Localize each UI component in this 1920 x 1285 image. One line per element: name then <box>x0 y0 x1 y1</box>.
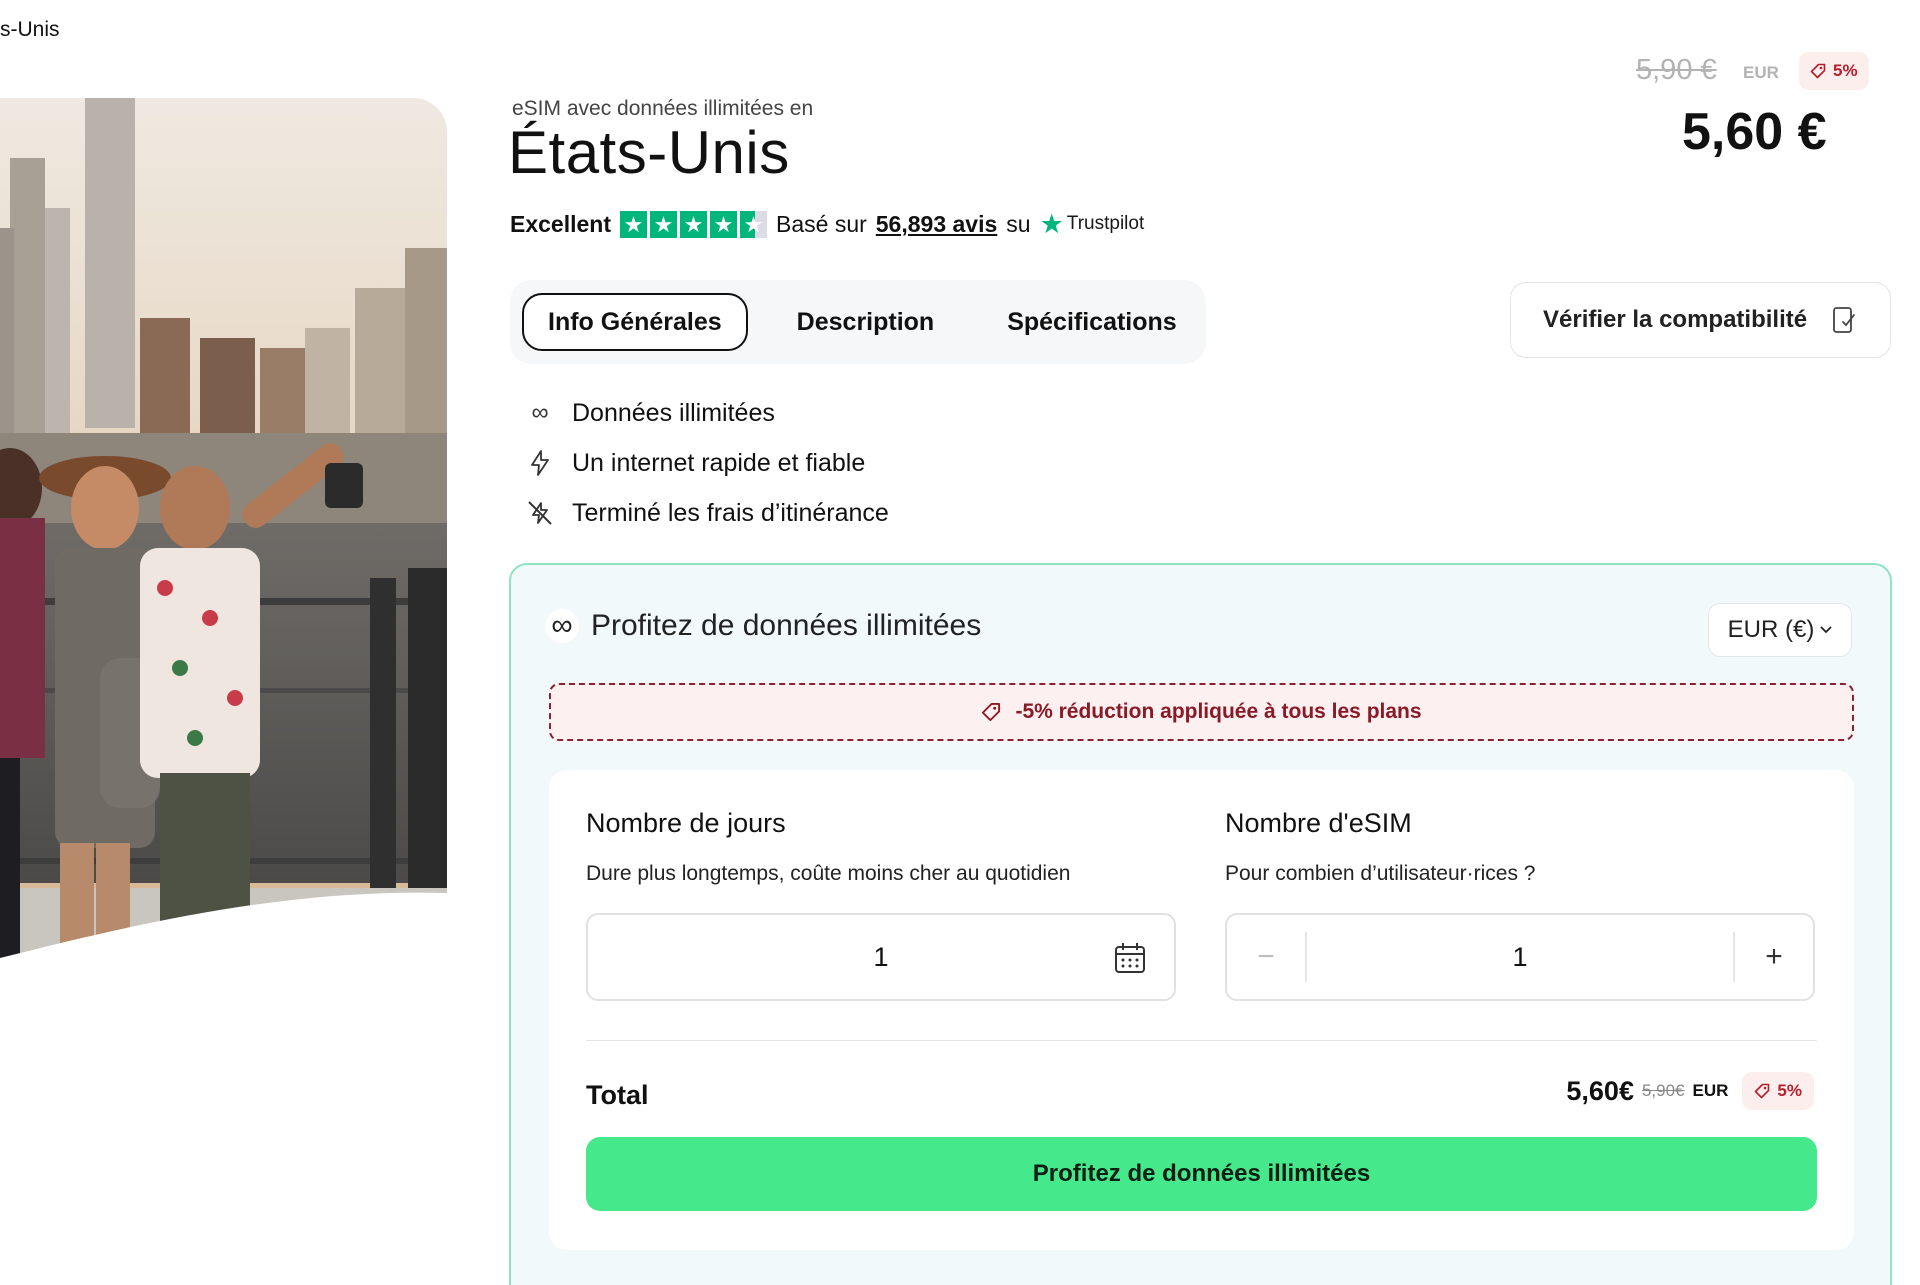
trustpilot-star-icon: ★ <box>1039 208 1064 239</box>
currency-selector[interactable]: EUR (€) <box>1708 603 1852 657</box>
chevron-down-icon <box>1820 626 1832 634</box>
tag-icon <box>1755 1083 1770 1099</box>
star-icon: ★ <box>680 210 707 238</box>
discount-badge: 5% <box>1799 52 1869 90</box>
feature-item: ∞ Données illimitées <box>524 388 889 438</box>
feature-label: Un internet rapide et fiable <box>572 448 866 477</box>
lightning-icon <box>524 450 556 476</box>
star-icon: ★ <box>620 210 647 238</box>
no-roaming-icon <box>524 500 556 526</box>
currency-value: EUR (€) <box>1727 616 1815 643</box>
reviews-link[interactable]: 56,893 avis <box>876 211 998 238</box>
increment-button[interactable]: + <box>1733 932 1813 982</box>
esim-quantity-value[interactable]: 1 <box>1307 942 1733 973</box>
old-price-currency: EUR <box>1743 63 1779 82</box>
calendar-icon[interactable] <box>1113 941 1147 975</box>
discount-badge-label: 5% <box>1833 61 1858 80</box>
esim-description: Pour combien d’utilisateur·rices ? <box>1225 862 1536 885</box>
plan-panel: ∞ Profitez de données illimitées EUR (€)… <box>509 563 1892 1285</box>
tag-icon <box>982 702 1001 722</box>
divider <box>586 1040 1817 1041</box>
days-input[interactable]: 1 <box>586 913 1176 1001</box>
feature-list: ∞ Données illimitées Un internet rapide … <box>524 388 889 538</box>
days-value: 1 <box>873 941 889 972</box>
esim-title: Nombre d'eSIM <box>1225 808 1412 838</box>
esim-quantity-stepper: − 1 + <box>1225 913 1815 1001</box>
page-title: États-Unis <box>508 119 790 186</box>
rating-label: Excellent <box>510 210 611 237</box>
check-compatibility-button[interactable]: Vérifier la compatibilité <box>1510 282 1891 358</box>
infinity-icon: ∞ <box>545 609 579 643</box>
current-price: 5,60 € <box>1682 103 1827 161</box>
half-star-icon: ★ <box>740 210 767 238</box>
feature-label: Données illimitées <box>572 398 775 427</box>
feature-item: Un internet rapide et fiable <box>524 438 889 488</box>
product-tabs: Info Générales Description Spécification… <box>510 280 1206 364</box>
feature-item: Terminé les frais d’itinérance <box>524 488 889 538</box>
days-title: Nombre de jours <box>586 808 786 838</box>
days-description: Dure plus longtemps, coûte moins cher au… <box>586 862 1071 885</box>
hero-image <box>0 98 447 1040</box>
tab-specifications[interactable]: Spécifications <box>983 293 1201 351</box>
feature-label: Terminé les frais d’itinérance <box>572 498 889 527</box>
trustpilot-rating: Excellent ★ ★ ★ ★ ★ Basé sur 56,893 avis… <box>510 208 1144 240</box>
old-price: 5,90 € <box>1636 54 1717 86</box>
total-discount-label: 5% <box>1777 1081 1802 1100</box>
panel-heading: ∞ Profitez de données illimitées <box>545 609 981 643</box>
total-discount-badge: 5% <box>1742 1072 1814 1110</box>
panel-heading-label: Profitez de données illimitées <box>591 609 982 642</box>
tab-info-generales[interactable]: Info Générales <box>522 293 748 351</box>
buy-button[interactable]: Profitez de données illimitées <box>586 1137 1817 1211</box>
phone-check-icon <box>1833 307 1855 333</box>
tag-icon <box>1810 63 1826 79</box>
rating-stars: ★ ★ ★ ★ ★ <box>620 210 767 238</box>
total-currency: EUR <box>1692 1081 1729 1100</box>
star-icon: ★ <box>710 210 737 238</box>
tab-description[interactable]: Description <box>773 293 959 351</box>
total-old-price: 5,90€ <box>1641 1081 1685 1100</box>
infinity-icon: ∞ <box>531 399 549 426</box>
plan-card: Nombre de jours Dure plus longtemps, coû… <box>549 770 1854 1250</box>
check-compatibility-label: Vérifier la compatibilité <box>1543 306 1808 333</box>
total-current-price: 5,60€ <box>1566 1075 1634 1106</box>
trustpilot-logo: ★ Trustpilot <box>1039 208 1145 239</box>
hero-photo-illustration <box>0 98 447 1040</box>
discount-banner-text: -5% réduction appliquée à tous les plans <box>1015 700 1422 723</box>
star-icon: ★ <box>650 210 677 238</box>
rating-based-on: Basé sur <box>776 210 867 237</box>
decrement-button[interactable]: − <box>1227 932 1307 982</box>
rating-on: su <box>1006 210 1031 237</box>
breadcrumb[interactable]: s-Unis <box>0 18 60 42</box>
discount-banner: -5% réduction appliquée à tous les plans <box>549 683 1854 741</box>
total-label: Total <box>586 1080 649 1110</box>
total-price: 5,60€ 5,90€ EUR 5% <box>1566 1072 1814 1110</box>
trustpilot-name: Trustpilot <box>1066 213 1145 234</box>
